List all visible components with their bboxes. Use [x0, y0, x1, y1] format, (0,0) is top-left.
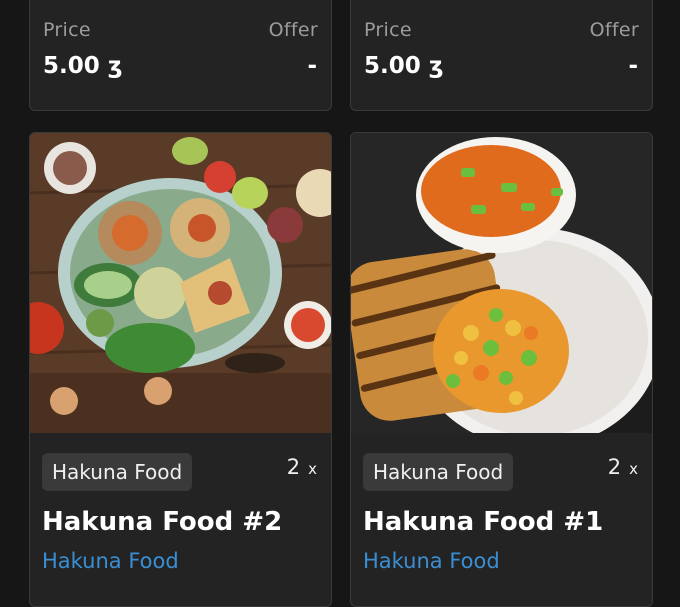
product-title[interactable]: Hakuna Food #1 [363, 507, 603, 537]
offer-value: - [628, 53, 638, 79]
brand-chip[interactable]: Hakuna Food [363, 453, 514, 491]
offer-label: Offer [268, 19, 318, 41]
price-card: Price Offer 5.00 ʒ - [29, 0, 332, 111]
quantity-indicator: 2x [607, 455, 638, 479]
product-title[interactable]: Hakuna Food #2 [42, 507, 282, 537]
price-card: Price Offer 5.00 ʒ - [350, 0, 653, 111]
currency-symbol: ʒ [428, 53, 444, 79]
food-image-icon [30, 133, 331, 433]
brand-chip[interactable]: Hakuna Food [42, 453, 193, 491]
currency-symbol: ʒ [107, 53, 123, 79]
tacos-platter-photo[interactable] [30, 133, 331, 433]
price-value: 5.00 ʒ [364, 53, 444, 79]
grilled-fish-soup-photo[interactable] [351, 133, 652, 433]
product-card[interactable]: Hakuna Food 2x Hakuna Food #2 Hakuna Foo… [29, 132, 332, 607]
price-label: Price [364, 19, 412, 41]
offer-value: - [307, 53, 317, 79]
price-label: Price [43, 19, 91, 41]
vendor-link[interactable]: Hakuna Food [42, 549, 179, 573]
offer-label: Offer [589, 19, 639, 41]
food-image-icon [351, 133, 652, 433]
price-value: 5.00 ʒ [43, 53, 123, 79]
vendor-link[interactable]: Hakuna Food [363, 549, 500, 573]
product-card[interactable]: Hakuna Food 2x Hakuna Food #1 Hakuna Foo… [350, 132, 653, 607]
quantity-indicator: 2x [286, 455, 317, 479]
